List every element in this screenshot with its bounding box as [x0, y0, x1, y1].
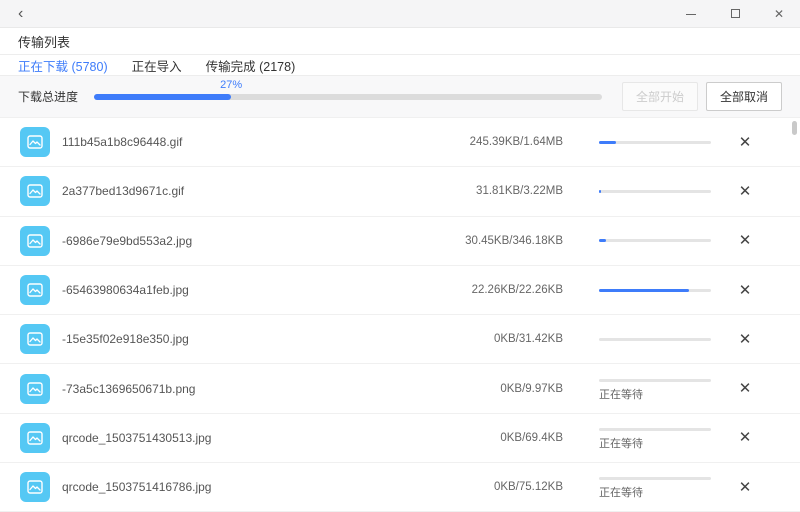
file-progress-bar	[599, 140, 711, 144]
file-size: 0KB/9.97KB	[500, 382, 563, 395]
file-size: 0KB/75.12KB	[493, 481, 563, 494]
file-progress-track	[599, 337, 711, 341]
file-status: 正在等待	[599, 487, 643, 500]
page-title-row: 传输列表	[0, 28, 800, 55]
file-progress-track	[599, 477, 711, 481]
file-list: 111b45a1b8c96448.gif 245.39KB/1.64MB ✕ 2…	[0, 118, 800, 512]
file-size: 30.45KB/346.18KB	[465, 234, 563, 247]
tab[interactable]: 正在下载 (5780)	[18, 56, 108, 75]
image-file-icon	[20, 275, 50, 306]
file-progress-track	[599, 189, 711, 193]
file-row: 2a377bed13d9671c.gif 31.81KB/3.22MB ✕	[0, 167, 800, 217]
file-status: 正在等待	[599, 388, 643, 401]
file-size: 245.39KB/1.64MB	[469, 136, 563, 149]
maximize-icon[interactable]	[728, 8, 742, 20]
image-file-icon	[20, 472, 50, 503]
file-name: 2a377bed13d9671c.gif	[62, 184, 185, 199]
cancel-file-icon[interactable]: ✕	[737, 381, 753, 396]
cancel-file-icon[interactable]: ✕	[737, 283, 753, 298]
cancel-file-icon[interactable]: ✕	[737, 430, 753, 445]
file-name: -65463980634a1feb.jpg	[62, 283, 189, 298]
file-row: qrcode_1503751416786.jpg 0KB/75.12KB 正在等…	[0, 463, 800, 512]
image-file-icon	[20, 373, 50, 404]
file-progress-bar: 正在等待	[599, 378, 711, 401]
total-progress-fill	[94, 93, 232, 100]
file-name: 111b45a1b8c96448.gif	[62, 135, 183, 150]
file-row: -6986e79e9bd553a2.jpg 30.45KB/346.18KB ✕	[0, 217, 800, 266]
image-file-icon	[20, 324, 50, 355]
tab[interactable]: 传输完成 (2178)	[206, 56, 296, 75]
total-progress-percent: 27%	[220, 78, 243, 91]
file-name: -15e35f02e918e350.jpg	[62, 332, 189, 347]
file-row: -15e35f02e918e350.jpg 0KB/31.42KB ✕	[0, 315, 800, 365]
image-file-icon	[20, 176, 50, 207]
file-name: -73a5c1369650671b.png	[62, 381, 196, 396]
close-icon[interactable]: ✕	[772, 8, 786, 20]
file-name: qrcode_1503751430513.jpg	[62, 430, 212, 445]
cancel-file-icon[interactable]: ✕	[737, 135, 753, 150]
file-progress-fill	[599, 239, 606, 243]
image-file-icon	[20, 422, 50, 453]
file-progress-bar	[599, 288, 711, 292]
file-progress-track	[599, 288, 711, 292]
file-name: -6986e79e9bd553a2.jpg	[62, 233, 193, 248]
image-file-icon	[20, 225, 50, 256]
scrollbar-thumb[interactable]	[792, 121, 797, 135]
file-progress-fill	[599, 189, 602, 193]
file-size: 31.81KB/3.22MB	[476, 185, 563, 198]
start-all-button[interactable]: 全部开始	[621, 82, 698, 111]
file-progress-track	[599, 239, 711, 243]
file-progress-bar	[599, 337, 711, 341]
window-controls: ✕	[684, 8, 786, 20]
back-icon[interactable]: ‹	[14, 5, 27, 22]
file-status: 正在等待	[599, 437, 643, 450]
summary-buttons: 全部开始 全部取消	[621, 82, 782, 111]
total-progress-section: 下载总进度 27% 全部开始 全部取消	[0, 76, 800, 118]
file-progress-bar: 正在等待	[599, 477, 711, 500]
file-progress-bar	[599, 189, 711, 193]
file-row: 111b45a1b8c96448.gif 245.39KB/1.64MB ✕	[0, 118, 800, 168]
file-row: -73a5c1369650671b.png 0KB/9.97KB 正在等待 ✕	[0, 364, 800, 414]
file-row: -65463980634a1feb.jpg 22.26KB/22.26KB ✕	[0, 266, 800, 316]
cancel-all-button[interactable]: 全部取消	[705, 82, 782, 111]
tab-bar: 正在下载 (5780) 正在导入 传输完成 (2178)	[0, 55, 800, 76]
file-progress-track	[599, 140, 711, 144]
file-size: 0KB/31.42KB	[493, 333, 563, 346]
cancel-file-icon[interactable]: ✕	[737, 184, 753, 199]
image-file-icon	[20, 127, 50, 158]
cancel-file-icon[interactable]: ✕	[737, 480, 753, 495]
cancel-file-icon[interactable]: ✕	[737, 332, 753, 347]
cancel-file-icon[interactable]: ✕	[737, 233, 753, 248]
file-progress-track	[599, 427, 711, 431]
total-progress-label: 下载总进度	[18, 90, 79, 104]
file-row: qrcode_1503751430513.jpg 0KB/69.4KB 正在等待…	[0, 414, 800, 464]
file-name: qrcode_1503751416786.jpg	[62, 480, 212, 495]
titlebar: ‹ ✕	[0, 0, 800, 28]
file-progress-fill	[599, 140, 616, 144]
total-progress-bar: 27%	[94, 79, 602, 100]
file-progress-track	[599, 378, 711, 382]
file-size: 0KB/69.4KB	[500, 431, 563, 444]
file-progress-bar	[599, 239, 711, 243]
file-progress-bar: 正在等待	[599, 427, 711, 450]
file-progress-fill	[599, 288, 689, 292]
page-title: 传输列表	[18, 34, 71, 50]
minimize-icon[interactable]	[684, 8, 698, 20]
file-size: 22.26KB/22.26KB	[471, 284, 563, 297]
tab[interactable]: 正在导入	[132, 56, 182, 75]
